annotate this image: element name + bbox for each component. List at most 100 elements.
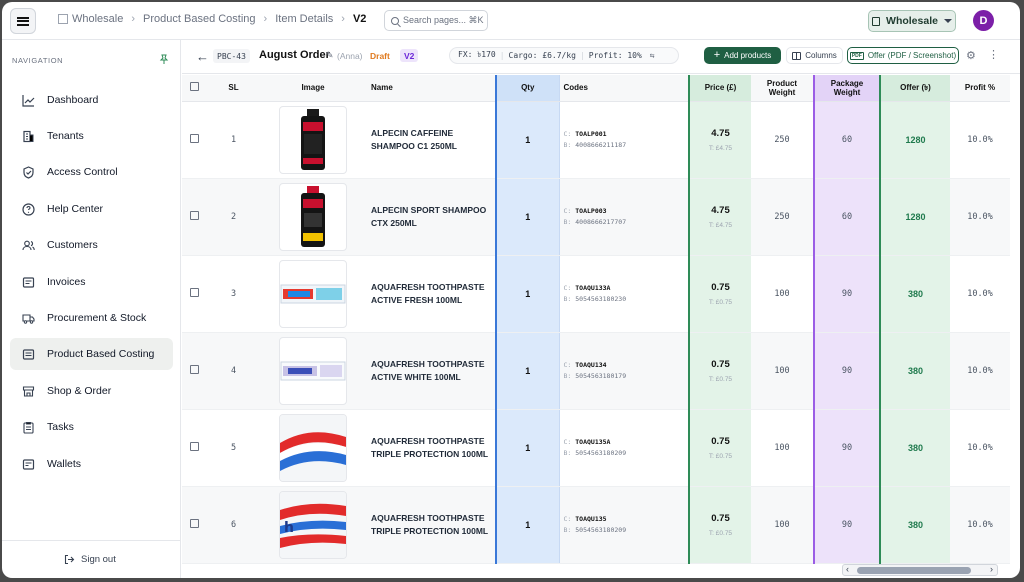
select-all-checkbox[interactable] [189, 82, 199, 92]
row-offer: 380 [907, 519, 924, 530]
col-header-qty[interactable]: Qty [495, 75, 560, 102]
sidebar-item-shop-order[interactable]: Shop & Order [10, 375, 173, 407]
row-package-weight[interactable]: 60 [813, 101, 881, 179]
table-row[interactable]: 1 ALPECIN CAFFEINE SHAMPOO C1 250ML 1 C:… [182, 101, 1010, 179]
product-image[interactable] [279, 182, 347, 251]
breadcrumb-item-details[interactable]: Item Details [275, 13, 333, 25]
scroll-right-icon[interactable]: › [990, 564, 993, 574]
sidebar-item-procurement[interactable]: Procurement & Stock [10, 302, 173, 334]
more-vertical-icon[interactable]: ⋮ [988, 48, 999, 61]
col-header-profit[interactable]: Profit % [950, 75, 1010, 102]
row-checkbox[interactable] [189, 365, 199, 374]
row-package-weight[interactable]: 90 [813, 409, 881, 487]
gear-icon[interactable]: ⚙ [966, 49, 976, 62]
search-input[interactable]: Search pages... ⌘K [384, 10, 488, 31]
sidebar-item-help-center[interactable]: Help Center [10, 193, 173, 225]
row-offer-cell[interactable]: 380 [880, 486, 950, 564]
add-products-button[interactable]: + Add products [704, 47, 781, 64]
pin-icon[interactable] [159, 54, 169, 64]
row-qty-cell[interactable]: 1 [495, 178, 560, 256]
table-row[interactable]: 6 h AQUAFRESH TOOTHPASTE TRIPLE PROTECTI… [182, 486, 1010, 564]
table-row[interactable]: 2 ALPECIN SPORT SHAMPOO CTX 250ML 1 C: T… [182, 178, 1010, 256]
offer-export-button[interactable]: PDF Offer (PDF / Screenshot) [847, 47, 959, 64]
table-row[interactable]: 4 AQUAFRESH TOOTHPASTE ACTIVE WHITE 100M… [182, 332, 1010, 410]
row-price-cell[interactable]: 0.75 T: £0.75 [688, 332, 751, 410]
col-header-price[interactable]: Price (£) [688, 75, 751, 102]
items-table-container: SL Image Name Qty Codes Price (£) Produc… [182, 75, 1020, 564]
col-header-package-weight[interactable]: Package Weight [813, 75, 881, 102]
row-offer-cell[interactable]: 380 [880, 332, 950, 410]
row-weight[interactable]: 100 [751, 332, 814, 410]
row-price-cell[interactable]: 0.75 T: £0.75 [688, 409, 751, 487]
row-checkbox[interactable] [189, 134, 199, 143]
row-weight[interactable]: 100 [751, 255, 814, 333]
row-qty-cell[interactable]: 1 [495, 101, 560, 179]
row-price-cell[interactable]: 4.75 T: £4.75 [688, 178, 751, 256]
row-qty-cell[interactable]: 1 [495, 332, 560, 410]
row-package-weight[interactable]: 90 [813, 332, 881, 410]
col-header-image[interactable]: Image [261, 75, 365, 102]
row-price-target: T: £0.75 [708, 452, 733, 460]
sidebar-item-invoices[interactable]: Invoices [10, 266, 173, 298]
product-image[interactable] [279, 105, 347, 174]
row-checkbox[interactable] [189, 211, 199, 220]
sidebar-item-wallets[interactable]: Wallets [10, 448, 173, 480]
scrollbar-thumb[interactable] [857, 567, 971, 574]
workspace-select[interactable]: Wholesale [868, 10, 956, 32]
horizontal-scrollbar[interactable]: ‹ › [842, 564, 998, 576]
row-weight[interactable]: 100 [751, 486, 814, 564]
signout-button[interactable]: Sign out [64, 554, 116, 565]
table-row[interactable]: 5 AQUAFRESH TOOTHPASTE TRIPLE PROTECTION… [182, 409, 1010, 487]
col-header-codes[interactable]: Codes [559, 75, 689, 102]
back-arrow-icon[interactable]: ← [196, 49, 209, 64]
sidebar-item-product-costing[interactable]: Product Based Costing [10, 338, 173, 370]
row-weight[interactable]: 250 [751, 101, 814, 179]
row-qty-cell[interactable]: 1 [495, 255, 560, 333]
row-price-cell[interactable]: 0.75 T: £0.75 [688, 255, 751, 333]
row-qty-cell[interactable]: 1 [495, 409, 560, 487]
row-offer-cell[interactable]: 380 [880, 409, 950, 487]
row-offer-cell[interactable]: 1280 [880, 101, 950, 179]
row-offer-cell[interactable]: 380 [880, 255, 950, 333]
table-row[interactable]: 3 AQUAFRESH TOOTHPASTE ACTIVE FRESH 100M… [182, 255, 1010, 333]
sidebar-item-dashboard[interactable]: Dashboard [10, 84, 173, 116]
columns-button[interactable]: Columns [786, 47, 843, 64]
col-header-offer[interactable]: Offer (৳) [880, 75, 950, 102]
row-weight[interactable]: 100 [751, 409, 814, 487]
scroll-left-icon[interactable]: ‹ [846, 564, 849, 574]
row-qty-cell[interactable]: 1 [495, 486, 560, 564]
col-header-name[interactable]: Name [365, 75, 496, 102]
row-package-weight[interactable]: 90 [813, 486, 881, 564]
row-price: 0.75 [711, 281, 730, 293]
row-weight[interactable]: 250 [751, 178, 814, 256]
row-package-weight[interactable]: 60 [813, 178, 881, 256]
col-header-sl[interactable]: SL [206, 75, 261, 102]
product-image[interactable] [279, 336, 347, 405]
sidebar-item-tasks[interactable]: Tasks [10, 411, 173, 443]
signout-label: Sign out [81, 554, 116, 565]
row-checkbox[interactable] [189, 442, 199, 451]
breadcrumb-item-wholesale[interactable]: Wholesale [72, 13, 123, 25]
sidebar-item-tenants[interactable]: Tenants [10, 120, 173, 152]
row-price-cell[interactable]: 4.75 T: £4.75 [688, 101, 751, 179]
pencil-icon[interactable]: ✎ [326, 50, 334, 61]
col-header-weight[interactable]: Product Weight [751, 75, 814, 102]
row-checkbox[interactable] [189, 288, 199, 297]
row-price-cell[interactable]: 0.75 T: £0.75 [688, 486, 751, 564]
product-name-line1: AQUAFRESH TOOTHPASTE [371, 436, 485, 447]
cost-settings-pill[interactable]: FX: ৳170 | Cargo: £6.7/kg | Profit: 10% … [449, 47, 679, 64]
row-offer-cell[interactable]: 1280 [880, 178, 950, 256]
building-icon [23, 130, 34, 142]
avatar[interactable]: D [973, 10, 994, 31]
product-image[interactable]: h [279, 490, 347, 559]
product-image[interactable] [279, 259, 347, 328]
sidebar-item-customers[interactable]: Customers [10, 229, 173, 261]
breadcrumb-item-costing[interactable]: Product Based Costing [143, 13, 256, 25]
menu-toggle-button[interactable] [10, 8, 36, 34]
row-checkbox[interactable] [189, 519, 199, 528]
row-image-cell [261, 255, 365, 333]
sidebar-item-label: Access Control [47, 166, 118, 178]
row-package-weight[interactable]: 90 [813, 255, 881, 333]
product-image[interactable] [279, 413, 347, 482]
sidebar-item-access-control[interactable]: Access Control [10, 156, 173, 188]
